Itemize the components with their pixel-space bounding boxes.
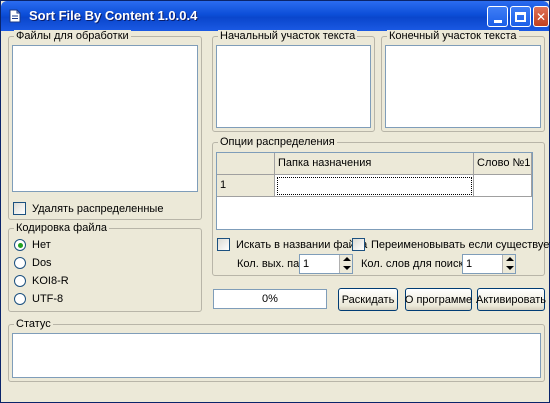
encoding-option[interactable]: Нет [14,239,51,251]
start-text-label: Начальный участок текста [218,30,358,42]
radio-circle[interactable] [14,257,26,269]
options-group-label: Опции распределения [218,136,337,148]
checkbox-box[interactable] [13,202,26,215]
grid-header-folder[interactable]: Папка назначения [275,153,474,175]
search-words-value[interactable]: 1 [466,258,472,270]
search-words-spin-buttons[interactable] [502,255,515,273]
arrow-up-icon[interactable] [343,257,351,261]
app-icon [9,9,21,23]
search-words-label: Кол. слов для поиска [361,258,470,270]
rename-if-exists-checkbox[interactable]: Переименовывать если существует [352,238,550,251]
radio-circle[interactable] [14,239,26,251]
grid-header-corner [217,153,275,175]
app-window: Sort File By Content 1.0.0.4 ✕ Файлы для… [0,0,550,403]
radio-circle[interactable] [14,293,26,305]
close-icon: ✕ [535,9,547,24]
progress-bar: 0% [213,289,327,309]
radio-selected-dot [17,242,23,248]
status-group-label: Статус [14,318,53,330]
search-words-spinner[interactable]: 1 [462,254,516,274]
arrow-down-icon[interactable] [506,266,514,270]
out-folders-value[interactable]: 1 [303,258,309,270]
status-box [12,333,541,378]
encoding-option-label: Нет [32,239,51,251]
encoding-option[interactable]: KOI8-R [14,275,69,287]
checkbox-box[interactable] [352,238,365,251]
encoding-option[interactable]: Dos [14,257,52,269]
distribute-button[interactable]: Раскидать [338,288,398,311]
files-list[interactable] [12,45,198,192]
radio-circle[interactable] [14,275,26,287]
about-button[interactable]: О программе [405,288,472,311]
search-in-filename-label: Искать в названии файла [236,238,368,251]
encoding-option-label: UTF-8 [32,293,64,305]
encoding-option[interactable]: UTF-8 [14,293,63,305]
search-in-filename-checkbox[interactable]: Искать в названии файла [217,238,367,251]
minimize-button[interactable] [487,6,508,27]
activate-button[interactable]: Активировать [476,288,546,311]
rename-if-exists-label: Переименовывать если существует [371,238,550,251]
close-button[interactable]: ✕ [533,6,549,27]
grid-cell-folder[interactable] [275,175,474,197]
delete-distributed-label: Удалять распределенные [32,202,164,215]
end-text-input[interactable] [385,45,541,128]
start-text-input[interactable] [216,45,371,128]
delete-distributed-checkbox[interactable]: Удалять распределенные [13,202,163,215]
title-bar[interactable]: Sort File By Content 1.0.0.4 ✕ [1,1,549,31]
encoding-option-label: KOI8-R [32,275,69,287]
grid-header-word1[interactable]: Слово №1 [474,153,532,175]
end-text-label: Конечный участок текста [387,30,519,42]
progress-text: 0% [262,293,278,305]
checkbox-box[interactable] [217,238,230,251]
distribution-grid[interactable]: Папка назначения Слово №1 1 [216,152,533,230]
grid-cell-word1[interactable] [474,175,532,197]
encoding-option-label: Dos [32,257,52,269]
window-title: Sort File By Content 1.0.0.4 [29,8,198,23]
files-group-label: Файлы для обработки [14,30,131,42]
out-folders-spinner[interactable]: 1 [299,254,353,274]
arrow-down-icon[interactable] [343,266,351,270]
minimize-icon [493,19,502,23]
grid-row-number: 1 [217,175,275,197]
arrow-up-icon[interactable] [506,257,514,261]
encoding-group-label: Кодировка файла [14,222,110,234]
maximize-icon [515,11,526,22]
maximize-button[interactable] [510,6,531,27]
out-folders-spin-buttons[interactable] [339,255,352,273]
